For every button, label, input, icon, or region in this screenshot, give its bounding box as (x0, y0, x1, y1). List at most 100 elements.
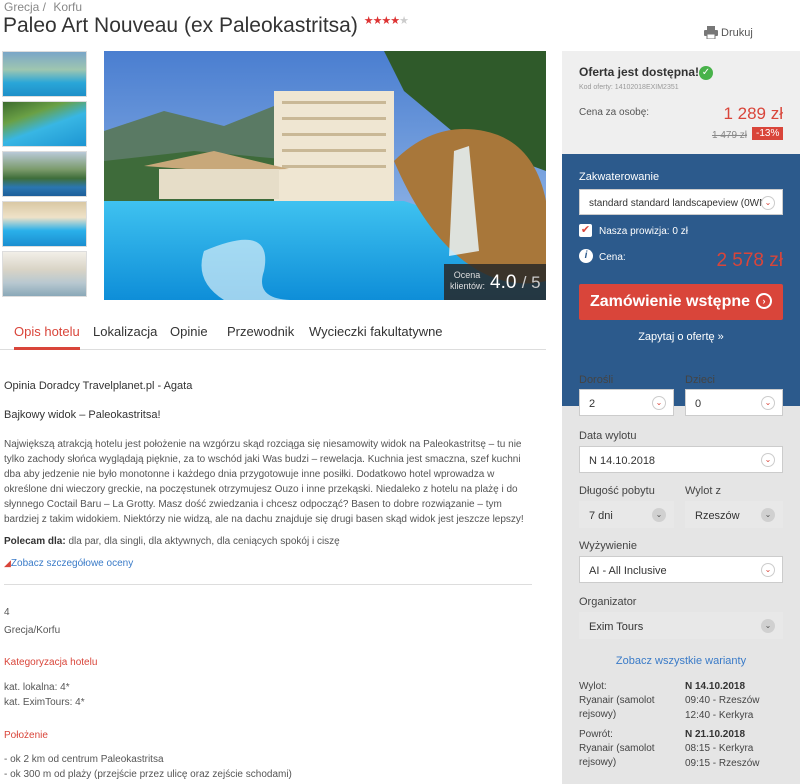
breadcrumb-country[interactable]: Grecja / (4, 0, 46, 14)
tab-opinie[interactable]: Opinie (170, 324, 208, 339)
adults-label: Dorośli (579, 374, 614, 386)
description-text: Największą atrakcją hotelu jest położeni… (4, 439, 524, 525)
accommodation-select[interactable]: standard standard landscapeview (0WN) ⌄ (579, 189, 783, 215)
organizer-select[interactable]: Exim Tours ⌄ (579, 612, 783, 639)
departure-date-value: N 14.10.2018 (589, 455, 656, 467)
local-category: kat. lokalna: 4* (4, 682, 70, 693)
rating-value: 4.0 (490, 272, 517, 293)
all-variants-link[interactable]: Zobacz wszystkie warianty (562, 655, 800, 667)
print-label: Drukuj (721, 27, 753, 39)
discount-badge: -13% (752, 127, 784, 140)
detailed-ratings-label: Zobacz szczegółowe oceny (10, 558, 134, 569)
old-price: 1 479 zł (712, 130, 748, 141)
order-button[interactable]: Zamówienie wstępne › (579, 284, 783, 320)
position-2: - ok 300 m od plaży (przejście przez uli… (4, 769, 292, 780)
tab-przewodnik[interactable]: Przewodnik (227, 324, 294, 339)
tab-opis-hotelu[interactable]: Opis hotelu (14, 324, 80, 350)
board-select[interactable]: AI - All Inclusive ⌄ (579, 556, 783, 583)
per-person-label: Cena za osobę: (579, 107, 650, 118)
breadcrumb-region[interactable]: Korfu (53, 0, 82, 14)
info-icon[interactable]: i (579, 249, 593, 263)
ask-offer-link[interactable]: Zapytaj o ofertę » (562, 331, 800, 343)
exim-category: kat. EximTours: 4* (4, 697, 85, 708)
thumbnail-5[interactable] (2, 251, 87, 297)
rating-max: / 5 (521, 273, 541, 292)
location-text: Grecja/Korfu (4, 625, 61, 636)
departure-from-select[interactable]: Rzeszów ⌄ (685, 501, 783, 528)
per-person-price: 1 289 zł (723, 104, 783, 123)
duration-label: Długość pobytu (579, 485, 655, 497)
return-label: Powrót: (579, 729, 613, 740)
thumbnail-2[interactable] (2, 101, 87, 147)
thumbnail-3[interactable] (2, 151, 87, 197)
recommend-label: Polecam dla: (4, 536, 66, 547)
stars-number: 4 (4, 607, 10, 618)
thumbnail-1[interactable] (2, 51, 87, 97)
return-date: N 21.10.2018 (685, 729, 746, 740)
board-value: AI - All Inclusive (589, 565, 667, 577)
tab-lokalizacja[interactable]: Lokalizacja (93, 324, 157, 339)
chevron-down-icon: ⌄ (761, 396, 775, 410)
total-price: 2 578 zł (716, 250, 783, 271)
booking-panel: Zakwaterowanie standard standard landsca… (562, 154, 800, 406)
hotel-tabs: Opis hotelu Lokalizacja Opinie Przewodni… (0, 318, 546, 350)
offer-available: Oferta jest dostępna! (579, 65, 700, 79)
chevron-down-icon: ⌄ (761, 563, 775, 577)
outbound-label: Wylot: (579, 681, 607, 692)
page: Grecja / Korfu Paleo Art Nouveau (ex Pal… (0, 0, 800, 784)
departure-from-label: Wylot z (685, 485, 721, 497)
check-icon: ✓ (699, 66, 713, 80)
outbound-carrier: Ryanair (samolot rejsowy) (579, 695, 655, 720)
customer-rating-badge: Ocena klientów: 4.0 / 5 (444, 264, 546, 300)
adults-value: 2 (589, 398, 596, 410)
return-time-1: 08:15 - Kerkyra (685, 743, 754, 754)
divider (4, 584, 532, 585)
organizer-value: Exim Tours (589, 621, 644, 633)
position-heading: Położenie (4, 730, 48, 741)
booking-sidebar: Oferta jest dostępna! ✓ Kod oferty: 1410… (562, 51, 800, 784)
children-select[interactable]: 0 ⌄ (685, 389, 783, 416)
detailed-ratings-link[interactable]: ◢Zobacz szczegółowe oceny (4, 556, 539, 571)
accommodation-value: standard standard landscapeview (0WN) (589, 198, 770, 209)
chevron-down-icon: ⌄ (761, 196, 775, 210)
chevron-down-icon: ⌄ (652, 396, 666, 410)
offer-summary: Oferta jest dostępna! ✓ Kod oferty: 1410… (562, 51, 800, 154)
position-1: - ok 2 km od centrum Paleokastritsa (4, 754, 164, 765)
star-rating-icon: ★★★★★ (363, 15, 409, 27)
thumbnail-4[interactable] (2, 201, 87, 247)
duration-value: 7 dni (589, 510, 613, 522)
recommend-line: Polecam dla: dla par, dla singli, dla ak… (4, 534, 539, 549)
hotel-name: Paleo Art Nouveau (ex Paleokastritsa) (3, 14, 358, 37)
children-value: 0 (695, 398, 702, 410)
chevron-down-icon: ⌄ (761, 619, 775, 633)
organizer-label: Organizator (579, 596, 637, 608)
return-carrier: Ryanair (samolot rejsowy) (579, 743, 655, 768)
commission-checkbox[interactable]: ✔ (579, 224, 592, 237)
adults-select[interactable]: 2 ⌄ (579, 389, 674, 416)
outbound-date: N 14.10.2018 (685, 681, 746, 692)
board-label: Wyżywienie (579, 540, 637, 552)
hotel-pool-image (104, 51, 546, 300)
order-button-label: Zamówienie wstępne (589, 293, 751, 310)
chevron-down-icon: ⌄ (652, 508, 666, 522)
tab-wycieczki[interactable]: Wycieczki fakultatywne (309, 324, 443, 339)
commission-label: Nasza prowizja: 0 zł (599, 226, 688, 237)
accommodation-label: Zakwaterowanie (579, 171, 660, 183)
chevron-down-icon: ⌄ (761, 508, 775, 522)
outbound-time-1: 09:40 - Rzeszów (685, 695, 760, 706)
departure-from-value: Rzeszów (695, 510, 740, 522)
page-title: Paleo Art Nouveau (ex Paleokastritsa) ★★… (3, 14, 409, 38)
departure-date-select[interactable]: N 14.10.2018 ⌄ (579, 446, 783, 473)
print-button[interactable]: Drukuj (704, 26, 753, 40)
price-label: Cena: (599, 252, 626, 263)
recommend-text: dla par, dla singli, dla aktywnych, dla … (65, 536, 340, 547)
main-hotel-photo[interactable]: Ocena klientów: 4.0 / 5 (104, 51, 546, 300)
outbound-time-2: 12:40 - Kerkyra (685, 710, 754, 721)
arrow-right-icon: › (756, 293, 773, 309)
category-heading: Kategoryzacja hotelu (4, 657, 98, 668)
advisor-heading: Opinia Doradcy Travelplanet.pl - Agata (4, 380, 193, 392)
breadcrumb: Grecja / Korfu (4, 0, 86, 14)
duration-select[interactable]: 7 dni ⌄ (579, 501, 674, 528)
thumbnail-gallery (2, 51, 87, 301)
departure-date-label: Data wylotu (579, 430, 637, 442)
